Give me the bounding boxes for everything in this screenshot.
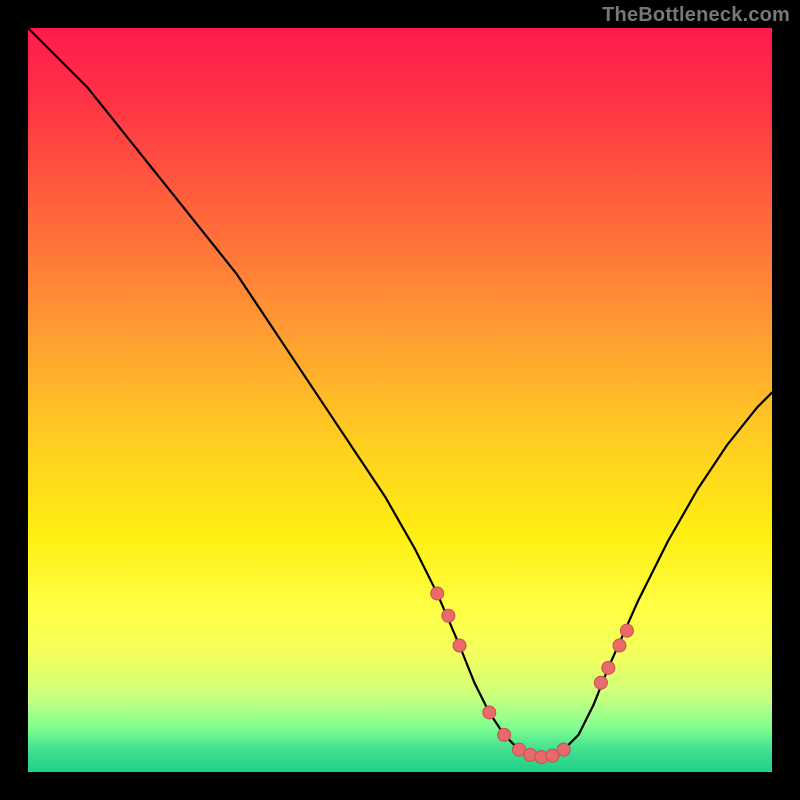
marker-point — [431, 587, 444, 600]
marker-point — [442, 609, 455, 622]
watermark-text: TheBottleneck.com — [602, 4, 790, 27]
marker-point — [557, 743, 570, 756]
marker-point — [453, 639, 466, 652]
marker-point — [483, 706, 496, 719]
curve-svg — [28, 28, 772, 772]
bottleneck-curve — [28, 28, 772, 757]
marker-point — [594, 676, 607, 689]
marker-point — [498, 728, 511, 741]
plot-area — [28, 28, 772, 772]
highlight-markers — [431, 587, 634, 764]
marker-point — [620, 624, 633, 637]
chart-frame: TheBottleneck.com — [0, 0, 800, 800]
marker-point — [613, 639, 626, 652]
marker-point — [602, 661, 615, 674]
